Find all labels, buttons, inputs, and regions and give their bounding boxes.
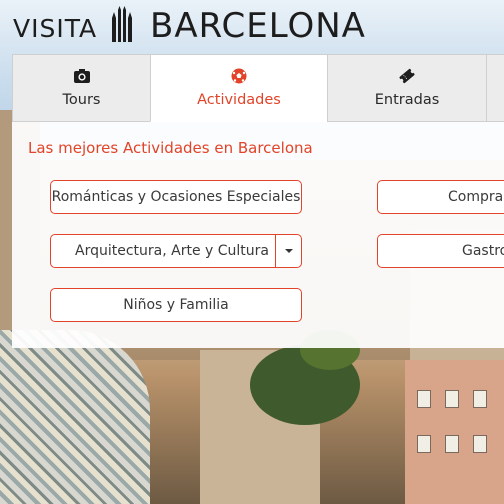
sagrada-familia-logo-icon <box>112 6 132 42</box>
tab-tours[interactable]: Tours <box>12 54 151 122</box>
category-label: Gastro <box>462 243 504 259</box>
category-label: Arquitectura, Arte y Cultura <box>75 243 269 259</box>
camera-icon <box>73 69 90 83</box>
panel-title: Las mejores Actividades en Barcelona <box>28 139 313 157</box>
ticket-icon <box>399 68 415 84</box>
category-tabs: Tours Actividades Entradas <box>12 54 504 122</box>
category-button-romanticas[interactable]: Románticas y Ocasiones Especiales <box>50 180 302 214</box>
tab-label: Entradas <box>374 92 440 108</box>
category-label: Románticas y Ocasiones Especiales <box>51 189 301 205</box>
category-button-ninos[interactable]: Niños y Familia <box>50 288 302 322</box>
logo-text-visita: VISITA <box>13 14 98 43</box>
tab-label: Tours <box>62 92 101 108</box>
tab-entradas[interactable]: Entradas <box>327 54 487 122</box>
category-button-arquitectura[interactable]: Arquitectura, Arte y Cultura <box>50 234 302 268</box>
category-button-gastro[interactable]: Gastro <box>377 234 504 268</box>
logo-text-barcelona: BARCELONA <box>150 6 366 46</box>
activities-panel: Las mejores Actividades en Barcelona Rom… <box>12 122 504 348</box>
soccer-ball-icon <box>231 68 247 84</box>
site-header: VISITA BARCELONA <box>0 0 504 50</box>
category-label: Niños y Familia <box>123 297 229 313</box>
tab-next-partial[interactable] <box>486 54 504 122</box>
chevron-down-icon[interactable] <box>275 235 301 267</box>
building-facade <box>405 360 504 504</box>
tab-actividades[interactable]: Actividades <box>150 54 328 122</box>
mosaic-serpent <box>0 330 150 504</box>
category-button-compras[interactable]: Compras <box>377 180 504 214</box>
tab-label: Actividades <box>197 92 281 108</box>
category-label: Compras <box>448 189 504 205</box>
